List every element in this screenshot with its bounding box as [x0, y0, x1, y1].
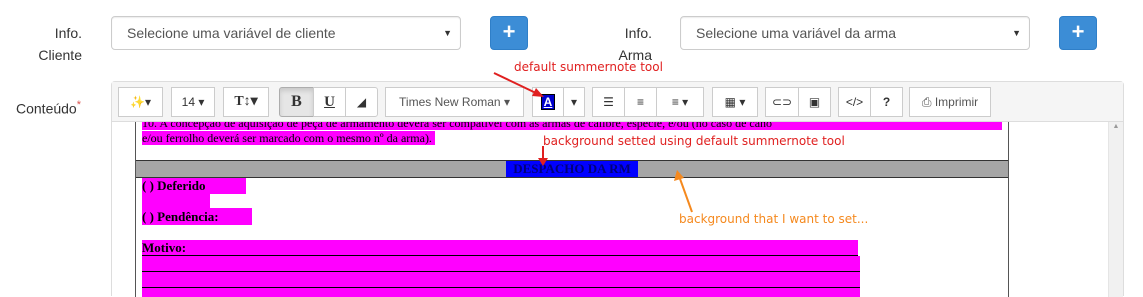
info-cliente-label-text: Info. Cliente: [38, 25, 82, 63]
text-height-icon: T↕▾: [234, 94, 258, 109]
deferido-line: ( ) Deferido: [142, 178, 246, 194]
orange-arrow-to-heading: [674, 170, 693, 213]
plus-icon: +: [502, 19, 516, 44]
print-label: Imprimir: [934, 95, 979, 109]
list-ul-icon: ☰: [603, 95, 614, 109]
arma-variable-select[interactable]: Selecione uma variável da arma ▼: [680, 16, 1030, 50]
caret-down-icon: ▾: [570, 95, 578, 109]
editor-toolbar: ✨▾ 14 ▾ T↕▾ B U ◢ Times New Roman ▾ A ▾ …: [112, 82, 1123, 122]
unordered-list-button[interactable]: ☰: [592, 87, 625, 117]
background-setted-annotation: background setted using default summerno…: [543, 134, 845, 148]
table-icon: ▦ ▾: [724, 95, 746, 109]
top-text-line1: 10. A concepção de aquisição de peça de …: [142, 122, 1002, 130]
document-page[interactable]: 10. A concepção de aquisição de peça de …: [135, 122, 1009, 297]
bold-icon: B: [291, 93, 302, 110]
conteudo-label-text: Conteúdo: [16, 100, 77, 117]
font-name-value: Times New Roman: [399, 95, 501, 109]
link-icon: ⊂⊃: [771, 95, 793, 109]
summernote-editor: ✨▾ 14 ▾ T↕▾ B U ◢ Times New Roman ▾ A ▾ …: [111, 81, 1124, 297]
red-arrow-to-color-button: [493, 72, 544, 97]
code-icon: </>: [845, 95, 864, 109]
list-ol-icon: ≡: [636, 95, 644, 109]
ordered-list-button[interactable]: ≡: [624, 87, 657, 117]
arma-select-value: Selecione uma variável da arma: [696, 25, 896, 41]
background-want-annotation: background that I want to set...: [679, 212, 869, 226]
motivo-label: Motivo:: [142, 240, 187, 255]
conteudo-label: Conteúdo*: [16, 94, 96, 120]
text-height-button[interactable]: T↕▾: [223, 87, 269, 117]
code-view-button[interactable]: </>: [838, 87, 871, 117]
plus-icon: +: [1071, 19, 1085, 44]
table-button[interactable]: ▦ ▾: [712, 87, 758, 117]
font-size-value: 14: [181, 95, 195, 109]
align-left-icon: ≡ ▾: [671, 95, 689, 109]
paragraph-align-dropdown[interactable]: ≡ ▾: [656, 87, 704, 117]
cliente-select-value: Selecione uma variável de cliente: [127, 25, 336, 41]
editor-content[interactable]: 10. A concepção de aquisição de peça de …: [112, 122, 1123, 297]
picture-button[interactable]: ▣: [798, 87, 831, 117]
picture-icon: ▣: [808, 95, 821, 109]
red-arrow-to-heading: [538, 146, 548, 166]
bold-button[interactable]: B: [279, 87, 314, 117]
add-cliente-variable-button[interactable]: +: [490, 16, 528, 50]
info-cliente-label: Info. Cliente: [22, 22, 82, 66]
pendencia-line: ( ) Pendência:: [142, 208, 252, 225]
editor-scrollbar[interactable]: ▲: [1108, 122, 1123, 297]
link-button[interactable]: ⊂⊃: [765, 87, 799, 117]
scroll-up-icon: ▲: [1112, 123, 1120, 130]
cliente-variable-select[interactable]: Selecione uma variável de cliente ▼: [111, 16, 461, 50]
color-dropdown-button[interactable]: ▾: [563, 87, 585, 117]
add-arma-variable-button[interactable]: +: [1059, 16, 1097, 50]
magic-wand-icon: ✨▾: [130, 95, 151, 109]
help-icon: ?: [882, 95, 891, 109]
heading-row: DESPACHO DA RM: [136, 160, 1008, 178]
heading-text: DESPACHO DA RM: [506, 161, 638, 177]
motivo-line: Motivo:: [142, 240, 858, 256]
required-mark: *: [76, 99, 81, 111]
top-text-line2-text: e/ou ferrolho deverá ser marcado com o m…: [142, 131, 435, 145]
deferido-spacer: [142, 194, 210, 208]
eraser-button[interactable]: ◢: [345, 87, 378, 117]
motivo-line-4: [142, 288, 860, 297]
eraser-icon: ◢: [356, 95, 367, 109]
underline-button[interactable]: U: [313, 87, 346, 117]
motivo-line-3: [142, 272, 860, 288]
motivo-line-2: [142, 256, 860, 272]
underline-icon: U: [324, 94, 335, 110]
info-arma-label-text: Info. Arma: [618, 25, 652, 63]
style-button[interactable]: ✨▾: [118, 87, 163, 117]
print-icon: ⎙: [921, 95, 932, 109]
help-button[interactable]: ?: [870, 87, 903, 117]
font-size-dropdown[interactable]: 14 ▾: [171, 87, 215, 117]
top-text-line2: e/ou ferrolho deverá ser marcado com o m…: [142, 130, 435, 146]
print-button[interactable]: ⎙ Imprimir: [909, 87, 991, 117]
chevron-down-icon: ▼: [443, 28, 452, 38]
chevron-down-icon: ▼: [1012, 28, 1021, 38]
